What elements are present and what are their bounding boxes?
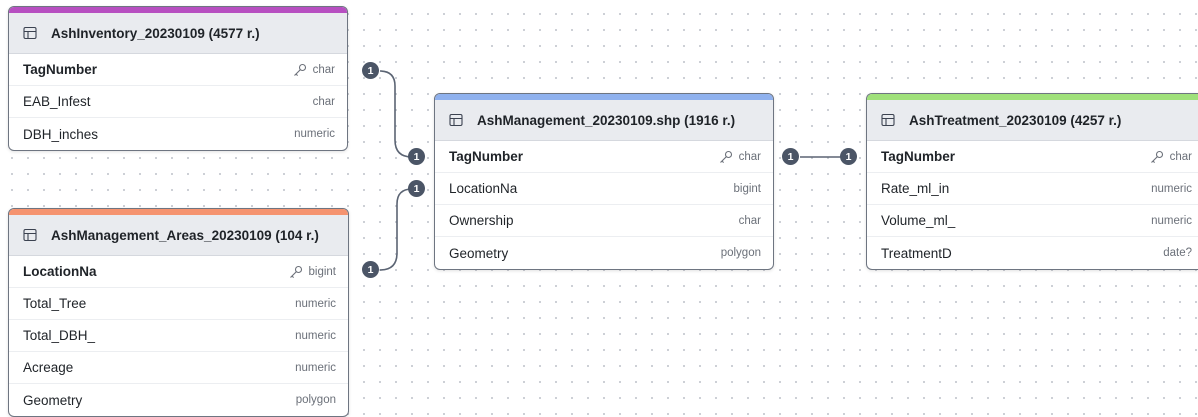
field-type-label: bigint [308,265,337,278]
field-row[interactable]: TagNumber char [9,54,347,86]
link-areas-to-management [379,188,418,271]
table-header[interactable]: AshInventory_20230109 (4577 r.) [9,13,347,54]
field-name: TagNumber [23,62,98,77]
field-type: char [1150,150,1192,164]
field-name: TagNumber [881,149,956,164]
field-row[interactable]: TagNumber char [867,141,1198,173]
field-type-label: char [1169,150,1192,163]
table-title: AshManagement_Areas_20230109 (104 r.) [51,227,319,243]
field-name: TreatmentD [881,245,952,261]
field-type: bigint [289,265,337,279]
field-name: Geometry [23,392,83,408]
field-name: EAB_Infest [23,94,91,109]
field-type-label: bigint [733,182,762,195]
field-row[interactable]: Rate_ml_in numeric [867,173,1198,205]
table-title: AshInventory_20230109 (4577 r.) [51,25,260,41]
field-name: Rate_ml_in [881,181,950,196]
field-row[interactable]: Acreage numeric [9,352,348,384]
connector-badge[interactable]: 1 [408,148,425,165]
link-inventory-to-management [379,70,418,158]
table-grid-icon [23,228,37,242]
field-name: LocationNa [449,181,518,196]
table-ash-inventory[interactable]: AshInventory_20230109 (4577 r.) TagNumbe… [8,6,348,151]
field-name: Total_Tree [23,296,87,311]
field-type-label: numeric [1151,182,1192,195]
field-type-label: char [312,95,335,108]
field-row[interactable]: Total_Tree numeric [9,288,348,320]
table-grid-icon [23,26,37,40]
field-row[interactable]: LocationNa bigint [9,256,348,288]
field-type-label: char [738,214,761,227]
field-type: char [293,63,335,77]
table-ash-management-shp[interactable]: AshManagement_20230109.shp (1916 r.) Tag… [434,93,774,270]
field-row[interactable]: Total_DBH_ numeric [9,320,348,352]
table-title: AshTreatment_20230109 (4257 r.) [909,112,1122,128]
field-name: DBH_inches [23,126,99,142]
field-row[interactable]: TreatmentD date? [867,237,1198,269]
field-name: Geometry [449,245,509,261]
table-header[interactable]: AshManagement_Areas_20230109 (104 r.) [9,215,348,256]
field-type-label: numeric [294,128,335,140]
connector-badge[interactable]: 1 [408,180,425,197]
connector-badge[interactable]: 1 [840,148,857,165]
key-icon [289,265,302,278]
field-row[interactable]: EAB_Infest char [9,86,347,118]
field-type-label: polygon [295,394,336,406]
field-name: TagNumber [449,149,524,164]
field-row[interactable]: LocationNa bigint [435,173,773,205]
connector-badge[interactable]: 1 [782,148,799,165]
table-grid-icon [449,113,463,127]
field-row[interactable]: Volume_ml_ numeric [867,205,1198,237]
connector-badge[interactable]: 1 [362,261,379,278]
field-type-label: numeric [295,297,336,310]
connector-badge[interactable]: 1 [362,62,379,79]
table-header[interactable]: AshManagement_20230109.shp (1916 r.) [435,100,773,141]
field-type-label: numeric [295,329,336,342]
key-icon [1150,150,1163,163]
field-row[interactable]: Geometry polygon [9,384,348,416]
field-type-label: char [312,63,335,76]
table-title: AshManagement_20230109.shp (1916 r.) [477,112,736,128]
table-ash-management-areas[interactable]: AshManagement_Areas_20230109 (104 r.) Lo… [8,208,349,417]
field-name: Acreage [23,360,74,375]
field-name: LocationNa [23,264,97,279]
field-type: char [719,150,761,164]
table-grid-icon [881,113,895,127]
field-name: Volume_ml_ [881,213,956,228]
field-type-label: polygon [720,247,761,259]
field-type-label: char [738,150,761,163]
field-type-label: numeric [295,361,336,374]
field-name: Total_DBH_ [23,328,96,343]
field-row[interactable]: DBH_inches numeric [9,118,347,150]
table-ash-treatment[interactable]: AshTreatment_20230109 (4257 r.) TagNumbe… [866,93,1198,270]
table-header[interactable]: AshTreatment_20230109 (4257 r.) [867,100,1198,141]
field-type-label: numeric [1151,214,1192,227]
key-icon [719,150,732,163]
field-row[interactable]: TagNumber char [435,141,773,173]
field-row[interactable]: Ownership char [435,205,773,237]
field-type-label: date? [1163,247,1192,259]
field-row[interactable]: Geometry polygon [435,237,773,269]
field-name: Ownership [449,213,514,228]
key-icon [293,63,306,76]
